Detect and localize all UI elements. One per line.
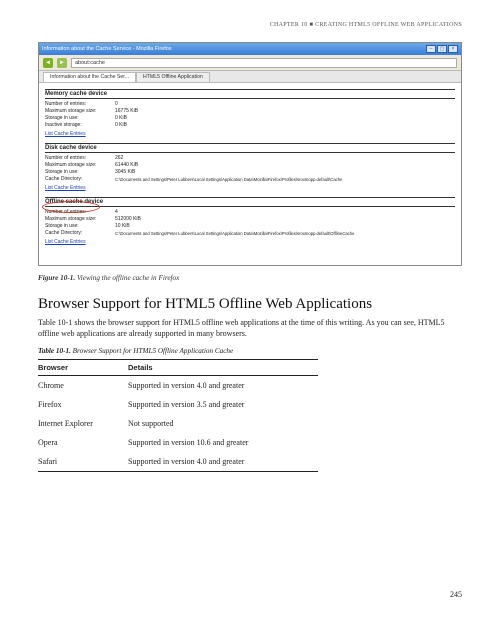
window-controls: – ▢ × (426, 45, 458, 53)
value: 0 KiB (115, 122, 127, 129)
disk-cache-heading: Disk cache device (45, 143, 455, 153)
label: Cache Directory: (45, 176, 115, 183)
table-row: OperaSupported in version 10.6 and great… (38, 433, 318, 452)
value: 512000 KiB (115, 216, 141, 223)
disk-cache-rows: Number of entries:262 Maximum storage si… (45, 155, 455, 183)
browser-tab-2: HTML5 Offline Application (136, 72, 210, 82)
table-caption-text: Browser Support for HTML5 Offline Applic… (71, 347, 233, 355)
value: C:\Documents and Settings\Peter Lubbers\… (115, 176, 342, 183)
cache-page-body: Memory cache device Number of entries:0 … (39, 83, 461, 265)
forward-icon: ► (57, 58, 67, 68)
value: 0 (115, 101, 118, 108)
cell: Internet Explorer (38, 414, 128, 433)
table-row: SafariSupported in version 4.0 and great… (38, 452, 318, 472)
list-cache-link: List Cache Entries (45, 185, 86, 191)
running-head: CHAPTER 10 ■ CREATING HTML5 OFFLINE WEB … (38, 22, 462, 28)
address-bar: about:cache (71, 58, 457, 68)
cell: Supported in version 4.0 and greater (128, 452, 318, 472)
section-heading: Browser Support for HTML5 Offline Web Ap… (38, 296, 462, 313)
label: Maximum storage size: (45, 162, 115, 169)
firefox-cache-screenshot: Information about the Cache Service - Mo… (38, 42, 462, 266)
section-body: Table 10-1 shows the browser support for… (38, 317, 462, 339)
value: 262 (115, 155, 123, 162)
table-row: FirefoxSupported in version 3.5 and grea… (38, 395, 318, 414)
minimize-icon: – (426, 45, 436, 53)
cell: Safari (38, 452, 128, 472)
back-icon: ◄ (43, 58, 53, 68)
cell: Opera (38, 433, 128, 452)
figure-caption-text: Viewing the offline cache in Firefox (75, 274, 179, 282)
value: 3045 KiB (115, 169, 135, 176)
label: Number of entries: (45, 209, 115, 216)
label: Number of entries: (45, 101, 115, 108)
table-row: ChromeSupported in version 4.0 and great… (38, 376, 318, 396)
list-cache-link: List Cache Entries (45, 239, 86, 245)
page-number: 245 (450, 590, 462, 599)
cell: Firefox (38, 395, 128, 414)
table-row: Internet ExplorerNot supported (38, 414, 318, 433)
cell: Supported in version 4.0 and greater (128, 376, 318, 396)
table-header-browser: Browser (38, 360, 128, 376)
browser-tab: Information about the Cache Ser... (43, 72, 136, 82)
label: Storage in use: (45, 169, 115, 176)
close-icon: × (448, 45, 458, 53)
list-cache-link: List Cache Entries (45, 131, 86, 137)
window-titlebar: Information about the Cache Service - Mo… (39, 43, 461, 55)
label: Maximum storage size: (45, 108, 115, 115)
cell: Chrome (38, 376, 128, 396)
label: Cache Directory: (45, 230, 115, 237)
value: 10 KiB (115, 223, 130, 230)
figure-caption-lead: Figure 10-1. (38, 274, 75, 282)
browser-toolbar: ◄ ► about:cache (39, 55, 461, 71)
cell: Supported in version 10.6 and greater (128, 433, 318, 452)
value: 4 (115, 209, 118, 216)
tab-strip: Information about the Cache Ser... HTML5… (39, 71, 461, 83)
label: Inactive storage: (45, 122, 115, 129)
memory-cache-heading: Memory cache device (45, 89, 455, 99)
table-caption: Table 10-1. Browser Support for HTML5 Of… (38, 347, 462, 355)
label: Number of entries: (45, 155, 115, 162)
value: 16775 KiB (115, 108, 138, 115)
table-header-details: Details (128, 360, 318, 376)
label: Maximum storage size: (45, 216, 115, 223)
label: Storage in use: (45, 115, 115, 122)
memory-cache-rows: Number of entries:0 Maximum storage size… (45, 101, 455, 129)
cell: Not supported (128, 414, 318, 433)
offline-cache-heading: Offline cache device (45, 197, 455, 207)
figure-caption: Figure 10-1. Viewing the offline cache i… (38, 274, 462, 282)
value: 61440 KiB (115, 162, 138, 169)
offline-cache-rows: Number of entries:4 Maximum storage size… (45, 209, 455, 237)
browser-support-table: Browser Details ChromeSupported in versi… (38, 359, 318, 472)
table-caption-lead: Table 10-1. (38, 347, 71, 355)
label: Storage in use: (45, 223, 115, 230)
value: 0 KiB (115, 115, 127, 122)
window-title: Information about the Cache Service - Mo… (42, 46, 172, 52)
value: C:\Documents and Settings\Peter Lubbers\… (115, 230, 354, 237)
maximize-icon: ▢ (437, 45, 447, 53)
cell: Supported in version 3.5 and greater (128, 395, 318, 414)
